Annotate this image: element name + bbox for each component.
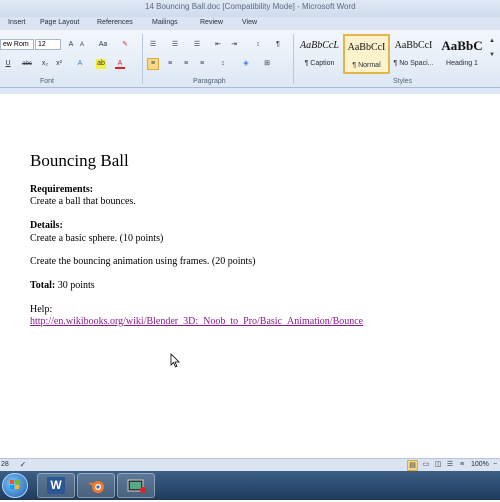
style-sample: AaBbCcI (347, 42, 386, 53)
clear-format-icon[interactable]: ✎ (120, 40, 130, 50)
subscript-icon[interactable]: x₂ (40, 59, 50, 69)
web-layout-view-icon[interactable]: ◫ (433, 460, 443, 470)
status-bar: 28 ✓ ▤ ▭ ◫ ☰ ≡ 100% − (0, 458, 500, 471)
requirements-text: Create a ball that bounces. (30, 196, 136, 207)
styles-group-label: Styles (393, 78, 413, 85)
align-right-icon[interactable]: ≡ (181, 59, 191, 69)
numbering-icon[interactable]: ☰ (170, 40, 180, 50)
align-center-icon[interactable]: ≡ (165, 59, 175, 69)
total-line: Total: 30 points (30, 280, 95, 291)
font-group-label: Font (40, 78, 55, 85)
page-top-edge (0, 88, 500, 94)
title-bar: 14 Bouncing Ball.doc [Compatibility Mode… (0, 0, 500, 17)
proofing-icon[interactable]: ✓ (18, 460, 28, 470)
word-app-icon: W (47, 477, 65, 494)
tab-references[interactable]: References (97, 19, 133, 26)
tab-mailings[interactable]: Mailings (152, 19, 178, 26)
style-name: Heading 1 (446, 60, 478, 67)
word-count[interactable]: 28 (1, 461, 9, 468)
style-sample: AaBbC (441, 38, 483, 53)
grow-font-icon[interactable]: A (66, 40, 76, 50)
shrink-font-icon[interactable]: A (77, 40, 87, 50)
font-color-icon[interactable]: A (115, 59, 125, 69)
align-left-icon[interactable]: ≡ (147, 58, 159, 70)
screen-capture-app-icon (127, 479, 146, 493)
decrease-indent-icon[interactable]: ⇤ (213, 40, 223, 50)
windows-logo-icon (10, 480, 19, 489)
full-screen-view-icon[interactable]: ▭ (421, 460, 431, 470)
detail-item: Create the bouncing animation using fram… (30, 256, 256, 267)
ribbon-separator (142, 34, 143, 84)
print-layout-view-icon[interactable]: ▤ (407, 460, 418, 471)
style-no-spacing[interactable]: AaBbCcI ¶ No Spaci... (390, 34, 437, 74)
total-label: Total: (30, 280, 56, 291)
detail-item: Create a basic sphere. (10 points) (30, 233, 164, 244)
doc-title: Bouncing Ball (30, 151, 129, 170)
style-normal[interactable]: AaBbCcI ¶ Normal (343, 34, 390, 74)
style-heading-1[interactable]: AaBbC Heading 1 (437, 34, 487, 74)
shading-icon[interactable]: ◈ (241, 59, 251, 69)
total-value: 30 points (55, 280, 95, 291)
style-sample: AaBbCcL (300, 40, 339, 51)
ribbon-tabs: Insert Page Layout References Mailings R… (0, 17, 500, 30)
justify-icon[interactable]: ≡ (197, 59, 207, 69)
style-sample: AaBbCcI (394, 40, 433, 51)
change-case-icon[interactable]: Aa (98, 40, 108, 50)
style-name: ¶ No Spaci... (393, 60, 434, 67)
borders-icon[interactable]: ⊞ (262, 59, 272, 69)
zoom-out-icon[interactable]: − (490, 460, 500, 470)
ribbon-separator (293, 34, 294, 84)
zoom-level[interactable]: 100% (471, 461, 489, 468)
tab-review[interactable]: Review (200, 19, 223, 26)
help-link[interactable]: http://en.wikibooks.org/wiki/Blender_3D:… (30, 316, 363, 327)
ribbon: ew Rom 12 A A Aa ✎ U abc x₂ x² A ab A Fo… (0, 30, 500, 88)
requirements-label: Requirements: (30, 184, 94, 195)
help-label: Help: (30, 304, 53, 315)
font-size-combo[interactable]: 12 (35, 39, 61, 50)
font-name-combo[interactable]: ew Rom (0, 39, 34, 50)
sort-icon[interactable]: ↕ (253, 40, 263, 50)
tab-view[interactable]: View (242, 19, 257, 26)
line-spacing-icon[interactable]: ↕ (218, 59, 228, 69)
window-title: 14 Bouncing Ball.doc [Compatibility Mode… (145, 2, 356, 11)
mouse-cursor-icon (170, 353, 180, 368)
style-name: ¶ Normal (352, 62, 381, 69)
show-formatting-icon[interactable]: ¶ (273, 40, 283, 50)
increase-indent-icon[interactable]: ⇥ (229, 40, 239, 50)
styles-scroll-down-icon[interactable]: ▼ (487, 50, 497, 60)
strikethrough-icon[interactable]: abc (22, 59, 32, 69)
superscript-icon[interactable]: x² (54, 59, 64, 69)
underline-icon[interactable]: U (3, 59, 13, 69)
bullets-icon[interactable]: ☰ (148, 40, 158, 50)
text-effects-icon[interactable]: A (75, 59, 85, 69)
highlight-icon[interactable]: ab (96, 59, 106, 69)
taskbar: W (0, 471, 500, 500)
document-area[interactable] (0, 88, 500, 458)
taskbar-blender-button[interactable] (77, 473, 115, 498)
style-name: ¶ Caption (304, 60, 335, 67)
paragraph-group-label: Paragraph (193, 78, 226, 85)
outline-view-icon[interactable]: ☰ (445, 460, 455, 470)
multilevel-list-icon[interactable]: ☰ (192, 40, 202, 50)
start-button[interactable] (2, 473, 28, 498)
blender-app-icon (88, 481, 104, 493)
style-caption[interactable]: AaBbCcL ¶ Caption (296, 34, 343, 74)
details-label: Details: (30, 220, 63, 231)
styles-scroll-up-icon[interactable]: ▲ (487, 36, 497, 46)
tab-page-layout[interactable]: Page Layout (40, 19, 79, 26)
taskbar-word-button[interactable]: W (37, 473, 75, 498)
tab-insert[interactable]: Insert (8, 19, 26, 26)
draft-view-icon[interactable]: ≡ (457, 460, 467, 470)
taskbar-app-button[interactable] (117, 473, 155, 498)
